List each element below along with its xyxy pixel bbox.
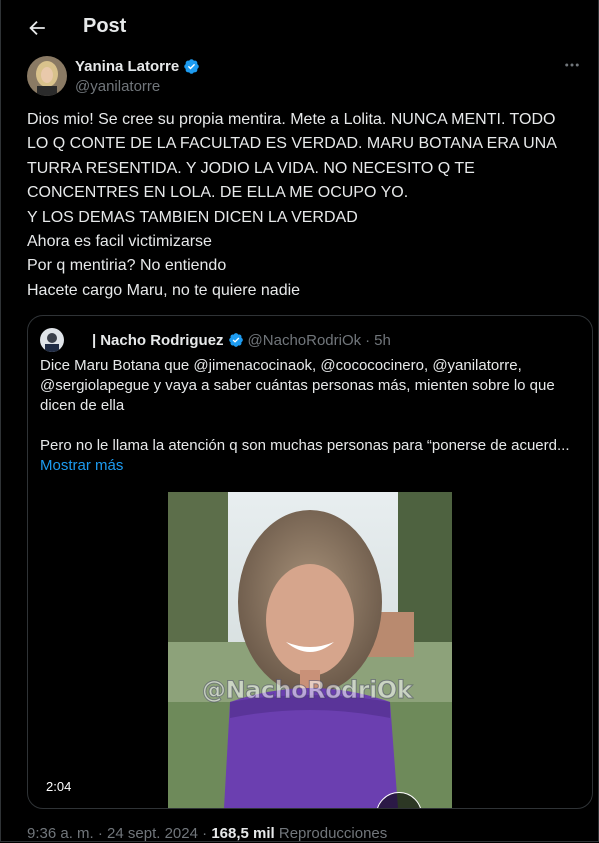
quoted-text-line: Pero no le llama la atención q son mucha… bbox=[40, 437, 570, 454]
page-title: Post bbox=[83, 15, 127, 37]
quoted-author-name[interactable]: Nacho Rodriguez bbox=[100, 332, 223, 349]
quoted-avatar[interactable] bbox=[40, 328, 64, 352]
view-count: 168,5 mil bbox=[211, 825, 275, 842]
video-watermark: @NachoRodriOk bbox=[201, 676, 413, 705]
post-author: Yanina Latorre @yanilatorre bbox=[27, 56, 587, 96]
post-text-line: Ahora es facil victimizarse bbox=[27, 233, 212, 251]
quoted-text-line: @sergiolapegue y vaya a saber cuántas pe… bbox=[40, 377, 555, 394]
video-duration: 2:04 bbox=[40, 777, 78, 796]
video-player[interactable]: @NachoRodriOk bbox=[168, 492, 452, 808]
post-text: Dios mio! Se cree su propia mentira. Met… bbox=[27, 108, 575, 303]
post-meta: 9:36 a. m. · 24 sept. 2024 · 168,5 mil R… bbox=[27, 825, 388, 842]
post-text-line: CONCENTRES EN LOLA. DE ELLA ME OCUPO YO. bbox=[27, 184, 409, 202]
post-page: Post Yanina Latorre @yanilatorre Dios mi… bbox=[0, 0, 599, 842]
quoted-author-handle[interactable]: @NachoRodriOk bbox=[248, 332, 362, 349]
post-text-line: Y LOS DEMAS TAMBIEN DICEN LA VERDAD bbox=[27, 208, 358, 226]
post-text-line: LO Q CONTE DE LA FACULTAD ES VERDAD. MAR… bbox=[27, 135, 557, 153]
quoted-text-line: Dice Maru Botana que @jimenacocinaok, @c… bbox=[40, 357, 522, 374]
separator-dot: · bbox=[97, 825, 103, 842]
post-text-line: TURRA RESENTIDA. Y JODIO LA VIDA. NO NEC… bbox=[27, 159, 475, 177]
post-text-line: Por q mentiria? No entiendo bbox=[27, 257, 227, 275]
quoted-post-time[interactable]: 5h bbox=[374, 332, 391, 349]
verified-badge-icon bbox=[228, 333, 243, 347]
verified-badge-icon bbox=[184, 59, 199, 74]
show-more-link[interactable]: Mostrar más bbox=[40, 456, 582, 476]
post-date[interactable]: 24 sept. 2024 bbox=[107, 825, 198, 841]
page-header: Post bbox=[1, 0, 598, 56]
separator-dot: · bbox=[365, 331, 371, 349]
quoted-post-text: Dice Maru Botana que @jimenacocinaok, @c… bbox=[40, 356, 582, 476]
author-name[interactable]: Yanina Latorre bbox=[75, 58, 179, 75]
avatar[interactable] bbox=[27, 56, 67, 96]
arrow-left-icon[interactable] bbox=[25, 17, 49, 39]
post-time[interactable]: 9:36 a. m. bbox=[27, 825, 94, 841]
quoted-post-header: | Nacho Rodriguez @NachoRodriOk · 5h bbox=[40, 328, 391, 352]
more-horizontal-icon[interactable] bbox=[563, 56, 581, 79]
author-handle[interactable]: @yanilatorre bbox=[75, 78, 160, 95]
post-text-line: Hacete cargo Maru, no te quiere nadie bbox=[27, 281, 301, 299]
video-thumbnail bbox=[168, 492, 452, 808]
post-text-line: Dios mio! Se cree su propia mentira. Met… bbox=[27, 111, 556, 128]
quoted-name-prefix: | bbox=[92, 331, 97, 349]
quoted-text-line: dicen de ella bbox=[40, 397, 125, 414]
view-count-label: Reproducciones bbox=[278, 825, 388, 842]
separator-dot: · bbox=[202, 825, 208, 842]
quoted-post[interactable]: | Nacho Rodriguez @NachoRodriOk · 5h Dic… bbox=[27, 315, 593, 809]
